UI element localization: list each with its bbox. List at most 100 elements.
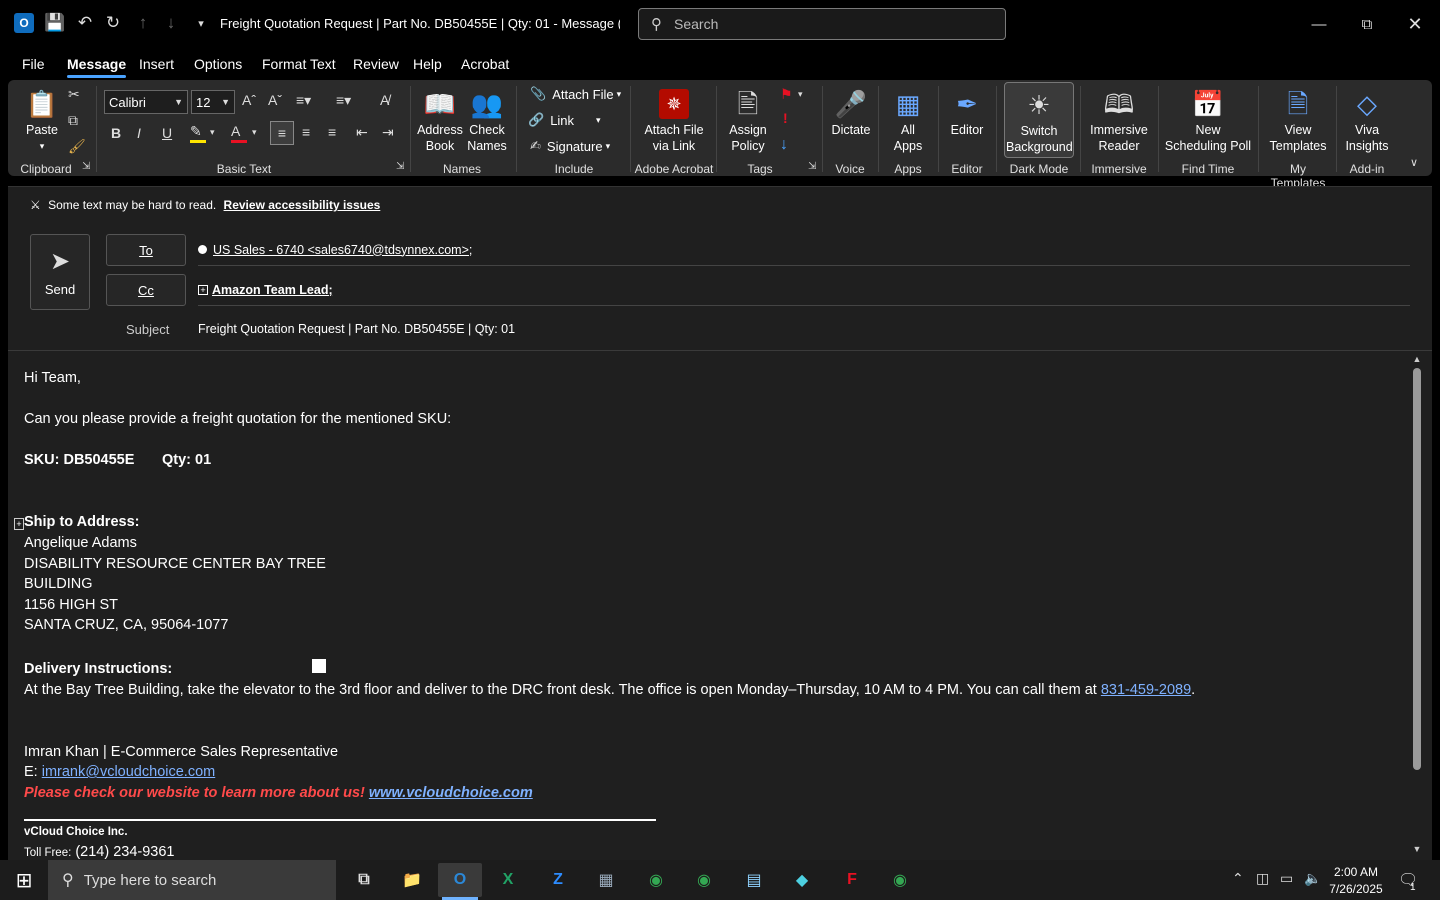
clear-formatting-icon[interactable]: A̸ — [380, 92, 389, 108]
increase-indent-icon[interactable]: ⇥ — [382, 124, 394, 141]
view-templates-button[interactable]: 🗎 View Templates — [1264, 86, 1332, 154]
cc-recipient[interactable]: Amazon Team Lead; — [212, 283, 333, 297]
dialog-launcher-icon[interactable]: ⇲ — [396, 161, 404, 172]
subject-input[interactable]: Freight Quotation Request | Part No. DB5… — [198, 322, 515, 336]
outlook-taskbar-icon[interactable]: O — [438, 863, 482, 900]
signature-email-link[interactable]: imrank@vcloudchoice.com — [42, 764, 215, 780]
attach-file-button[interactable]: 📎 Attach File ▾ — [530, 86, 621, 102]
cc-field[interactable]: + Amazon Team Lead; — [198, 274, 1410, 306]
menu-help[interactable]: Help — [413, 56, 442, 72]
menu-file[interactable]: File — [22, 56, 45, 72]
website-link[interactable]: www.vcloudchoice.com — [369, 785, 533, 801]
cc-button[interactable]: Cc — [106, 274, 186, 306]
signature-button[interactable]: ✍ Signature ▾ — [530, 138, 610, 154]
switch-background-button[interactable]: ☀ Switch Background — [1004, 82, 1074, 158]
bullets-icon[interactable]: ≡▾ — [296, 92, 311, 109]
ribbon-expand-icon[interactable]: ∨ — [1410, 156, 1418, 169]
to-recipient[interactable]: US Sales - 6740 <sales6740@tdsynnex.com>… — [213, 243, 472, 257]
check-names-button[interactable]: 👥 Check Names — [464, 86, 510, 154]
file-explorer-icon[interactable]: 📁 — [390, 863, 434, 897]
scroll-thumb[interactable] — [1413, 368, 1421, 770]
task-view-icon[interactable]: ⧉ — [342, 863, 386, 897]
align-center-icon[interactable]: ≡ — [302, 124, 310, 140]
scroll-down-icon[interactable]: ▼ — [1410, 844, 1424, 854]
windows-start-icon[interactable]: ⊞ — [0, 860, 48, 900]
to-button[interactable]: To — [106, 234, 186, 266]
chevron-down-icon[interactable]: ▾ — [798, 89, 803, 100]
menu-insert[interactable]: Insert — [139, 56, 174, 72]
menu-message[interactable]: Message — [67, 56, 127, 78]
review-accessibility-link[interactable]: Review accessibility issues — [224, 198, 381, 212]
low-importance-icon[interactable]: ↓ — [780, 136, 788, 154]
undo-icon[interactable]: ↶ — [72, 10, 98, 36]
notes-taskbar-icon[interactable]: ▤ — [732, 863, 776, 897]
immersive-reader-button[interactable]: 🕮 Immersive Reader — [1086, 86, 1152, 154]
copy-icon[interactable]: ⧉ — [68, 112, 78, 129]
decrease-indent-icon[interactable]: ⇤ — [356, 124, 368, 141]
taskbar-clock[interactable]: 2:00 AM 7/26/2025 — [1326, 864, 1386, 898]
all-apps-button[interactable]: ▦ All Apps — [884, 86, 932, 154]
chrome-profile2-taskbar-icon[interactable]: ◉ — [878, 863, 922, 897]
address-book-button[interactable]: 📖 Address Book — [416, 86, 464, 154]
bold-icon[interactable]: B — [111, 125, 121, 141]
underline-icon[interactable]: U — [162, 125, 172, 141]
format-painter-icon[interactable]: 🖌 — [68, 138, 86, 155]
follow-up-flag-icon[interactable]: ⚑ — [780, 86, 793, 103]
customize-toolbar-icon[interactable]: ▾ — [188, 10, 214, 36]
tray-network-icon[interactable]: ▭ — [1280, 870, 1293, 887]
dictate-button[interactable]: 🎤 Dictate — [828, 86, 874, 138]
viva-insights-button[interactable]: ◇ Viva Insights — [1342, 86, 1392, 154]
new-scheduling-poll-button[interactable]: 📅 New Scheduling Poll — [1164, 86, 1252, 154]
highlight-icon[interactable]: ✎ — [190, 123, 206, 143]
down-arrow-icon[interactable]: ↓ — [158, 10, 184, 36]
align-right-icon[interactable]: ≡ — [328, 124, 336, 140]
chrome-taskbar-icon[interactable]: ◉ — [634, 863, 678, 897]
save-icon[interactable]: 💾 — [42, 10, 68, 36]
calculator-taskbar-icon[interactable]: ▦ — [584, 863, 628, 897]
body-scrollbar[interactable]: ▲ ▼ — [1410, 354, 1424, 858]
search-input[interactable]: ⚲ Search — [638, 8, 1006, 40]
numbering-icon[interactable]: ≡▾ — [336, 92, 351, 109]
filezilla-taskbar-icon[interactable]: F — [830, 863, 874, 897]
high-importance-icon[interactable]: ! — [783, 110, 788, 126]
delivery-phone-link[interactable]: 831-459-2089 — [1101, 682, 1191, 698]
tray-chevron-icon[interactable]: ⌃ — [1232, 870, 1244, 887]
close-button[interactable]: ✕ — [1400, 10, 1430, 38]
cut-icon[interactable]: ✂ — [68, 86, 80, 103]
up-arrow-icon[interactable]: ↑ — [130, 10, 156, 36]
redo-icon[interactable]: ↻ — [100, 10, 126, 36]
chevron-down-icon[interactable]: ▾ — [252, 127, 257, 138]
menu-options[interactable]: Options — [194, 56, 242, 72]
to-field[interactable]: US Sales - 6740 <sales6740@tdsynnex.com>… — [198, 234, 1410, 266]
font-name-select[interactable]: Calibri ▼ — [104, 90, 188, 114]
send-button[interactable]: ➤ Send — [30, 234, 90, 310]
scroll-up-icon[interactable]: ▲ — [1410, 354, 1424, 364]
dialog-launcher-icon[interactable]: ⇲ — [808, 161, 816, 172]
tray-network-alert-icon[interactable]: ◫ — [1256, 870, 1269, 887]
excel-taskbar-icon[interactable]: X — [486, 863, 530, 897]
menu-format-text[interactable]: Format Text — [262, 56, 336, 72]
tray-volume-icon[interactable]: 🔈 — [1304, 870, 1321, 887]
menu-review[interactable]: Review — [353, 56, 399, 72]
italic-icon[interactable]: I — [137, 125, 141, 141]
editor-button[interactable]: ✒ Editor — [944, 86, 990, 138]
chevron-down-icon[interactable]: ▾ — [210, 127, 215, 138]
paste-button[interactable]: 📋 Paste ▾ — [22, 86, 62, 154]
align-left-icon[interactable]: ≡ — [270, 121, 294, 145]
shrink-font-icon[interactable]: Aˇ — [268, 92, 282, 108]
link-button[interactable]: 🔗 Link ▾ — [528, 112, 601, 128]
zoom-taskbar-icon[interactable]: Z — [536, 863, 580, 897]
table-move-handle-icon[interactable]: + — [14, 518, 24, 530]
attach-via-link-button[interactable]: ✵ Attach File via Link — [640, 86, 708, 154]
font-color-icon[interactable]: A — [231, 123, 247, 143]
font-size-select[interactable]: 12 ▼ — [191, 90, 235, 114]
taskbar-search-input[interactable]: ⚲ Type here to search — [48, 860, 336, 900]
dialog-launcher-icon[interactable]: ⇲ — [82, 161, 90, 172]
minimize-button[interactable]: — — [1304, 10, 1334, 38]
menu-acrobat[interactable]: Acrobat — [461, 56, 509, 72]
app-taskbar-icon[interactable]: ◆ — [780, 863, 824, 897]
chrome-profile-taskbar-icon[interactable]: ◉ — [682, 863, 726, 897]
restore-button[interactable]: ⧉ — [1352, 10, 1382, 38]
assign-policy-button[interactable]: 🖹 Assign Policy — [722, 86, 774, 154]
grow-font-icon[interactable]: Aˆ — [242, 92, 256, 108]
